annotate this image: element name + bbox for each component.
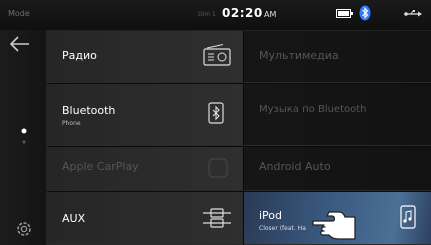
mode-label[interactable]: Mode [8, 9, 30, 18]
source-tile-radio[interactable]: Радио [47, 31, 243, 83]
ipod-sub-label: Closer (feat. Ha [259, 225, 306, 232]
carplay-icon [208, 158, 228, 178]
aux-icon [203, 208, 231, 228]
settings-gear-icon[interactable] [14, 219, 34, 239]
ipod-icon [400, 205, 416, 229]
bluetooth-music-label: Музыка по Bluetooth [259, 104, 367, 115]
page-indicator [21, 128, 27, 144]
radio-label: Радио [62, 49, 97, 62]
ipod-label: iPod [259, 209, 283, 222]
battery-icon [336, 9, 353, 18]
radio-icon [203, 44, 231, 66]
multimedia-label: Мультимедиа [259, 49, 339, 62]
sidebar [0, 30, 47, 245]
source-tile-bluetooth-music[interactable]: Музыка по Bluetooth [244, 84, 431, 146]
bluetooth-icon [359, 5, 371, 21]
clock-time: 02:20 [222, 6, 263, 20]
bluetooth-sub-label: Phone [62, 120, 81, 127]
source-tile-android-auto[interactable]: Android Auto [244, 147, 431, 191]
aux-label: AUX [62, 212, 86, 225]
source-tile-multimedia[interactable]: Мультимедиа [244, 31, 431, 83]
back-arrow-icon[interactable] [9, 36, 31, 52]
source-tile-bluetooth[interactable]: Bluetooth Phone [47, 84, 243, 146]
android-auto-label: Android Auto [259, 160, 331, 173]
status-bar: Mode Dim 1 02:20 AM [0, 0, 431, 31]
clock-ampm: AM [264, 10, 277, 19]
source-tile-aux[interactable]: AUX [47, 192, 243, 245]
bluetooth-phone-icon [208, 102, 224, 124]
carplay-label: Apple CarPlay [62, 160, 139, 173]
dimmer-label: Dim 1 [198, 11, 216, 18]
pointing-hand-icon [312, 211, 356, 240]
usb-icon [404, 10, 422, 17]
bluetooth-label: Bluetooth [62, 104, 116, 117]
source-tile-carplay[interactable]: Apple CarPlay [47, 147, 243, 191]
